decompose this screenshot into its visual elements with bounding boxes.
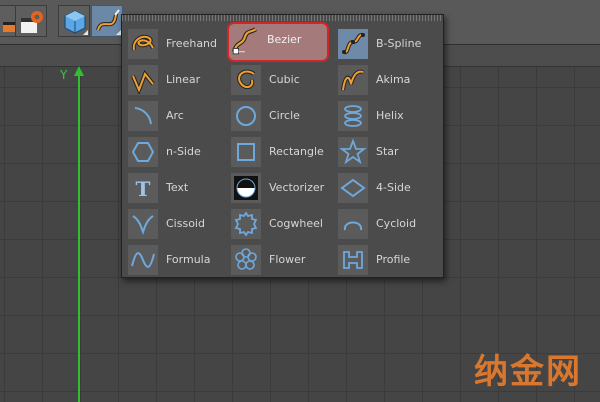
menu-item-cogwheel[interactable]: Cogwheel (229, 206, 334, 242)
menu-item-linear[interactable]: Linear (126, 62, 231, 98)
akima-icon (338, 65, 368, 95)
freehand-icon (128, 29, 158, 59)
helix-icon (338, 101, 368, 131)
menu-item-flower[interactable]: Flower (229, 242, 334, 278)
menu-item-formula[interactable]: Formula (126, 242, 231, 278)
menu-item-arc[interactable]: Arc (126, 98, 231, 134)
svg-text:T: T (136, 177, 151, 201)
cogwheel-icon (231, 209, 261, 239)
vectorizer-icon (231, 173, 261, 203)
flower-icon (231, 245, 261, 275)
menu-item-bezier[interactable]: Bezier (227, 22, 329, 62)
menu-item-4-side[interactable]: 4-Side (336, 170, 441, 206)
four-side-icon (338, 173, 368, 203)
menu-item-rectangle[interactable]: Rectangle (229, 134, 334, 170)
n-side-icon (128, 137, 158, 167)
menu-item-freehand[interactable]: Freehand (126, 26, 231, 62)
bspline-icon (338, 29, 368, 59)
circle-icon (231, 101, 261, 131)
menu-item-helix[interactable]: Helix (336, 98, 441, 134)
y-axis-line (78, 72, 80, 402)
menu-item-n-side[interactable]: n-Side (126, 134, 231, 170)
menu-item-cissoid[interactable]: Cissoid (126, 206, 231, 242)
watermark: 纳金网 (474, 352, 582, 392)
menu-grip[interactable] (122, 15, 443, 21)
menu-item-b-spline[interactable]: B-Spline (336, 26, 441, 62)
bezier-icon (229, 25, 259, 55)
y-axis-arrow (74, 66, 84, 76)
y-axis-label: Y (60, 68, 68, 82)
menu-item-akima[interactable]: Akima (336, 62, 441, 98)
text-icon: T (128, 173, 158, 203)
toolbar-button-cube[interactable] (58, 5, 90, 37)
cubic-icon (231, 65, 261, 95)
toolbar-button-spline[interactable] (91, 5, 123, 37)
toolbar-button-render-settings[interactable] (15, 5, 47, 37)
menu-item-profile[interactable]: Profile (336, 242, 441, 278)
spline-popup-menu: Freehand Bezier B-Spline Linear Cubic Ak… (121, 14, 444, 278)
rectangle-icon (231, 137, 261, 167)
star-icon (338, 137, 368, 167)
menu-item-cubic[interactable]: Cubic (229, 62, 334, 98)
menu-item-vectorizer[interactable]: Vectorizer (229, 170, 334, 206)
cissoid-icon (128, 209, 158, 239)
formula-icon (128, 245, 158, 275)
menu-item-text[interactable]: T Text (126, 170, 231, 206)
menu-item-star[interactable]: Star (336, 134, 441, 170)
profile-icon (338, 245, 368, 275)
clapper-gear-icon (21, 11, 43, 33)
menu-item-circle[interactable]: Circle (229, 98, 334, 134)
menu-item-cycloid[interactable]: Cycloid (336, 206, 441, 242)
arc-icon (128, 101, 158, 131)
cycloid-icon (338, 209, 368, 239)
linear-icon (128, 65, 158, 95)
